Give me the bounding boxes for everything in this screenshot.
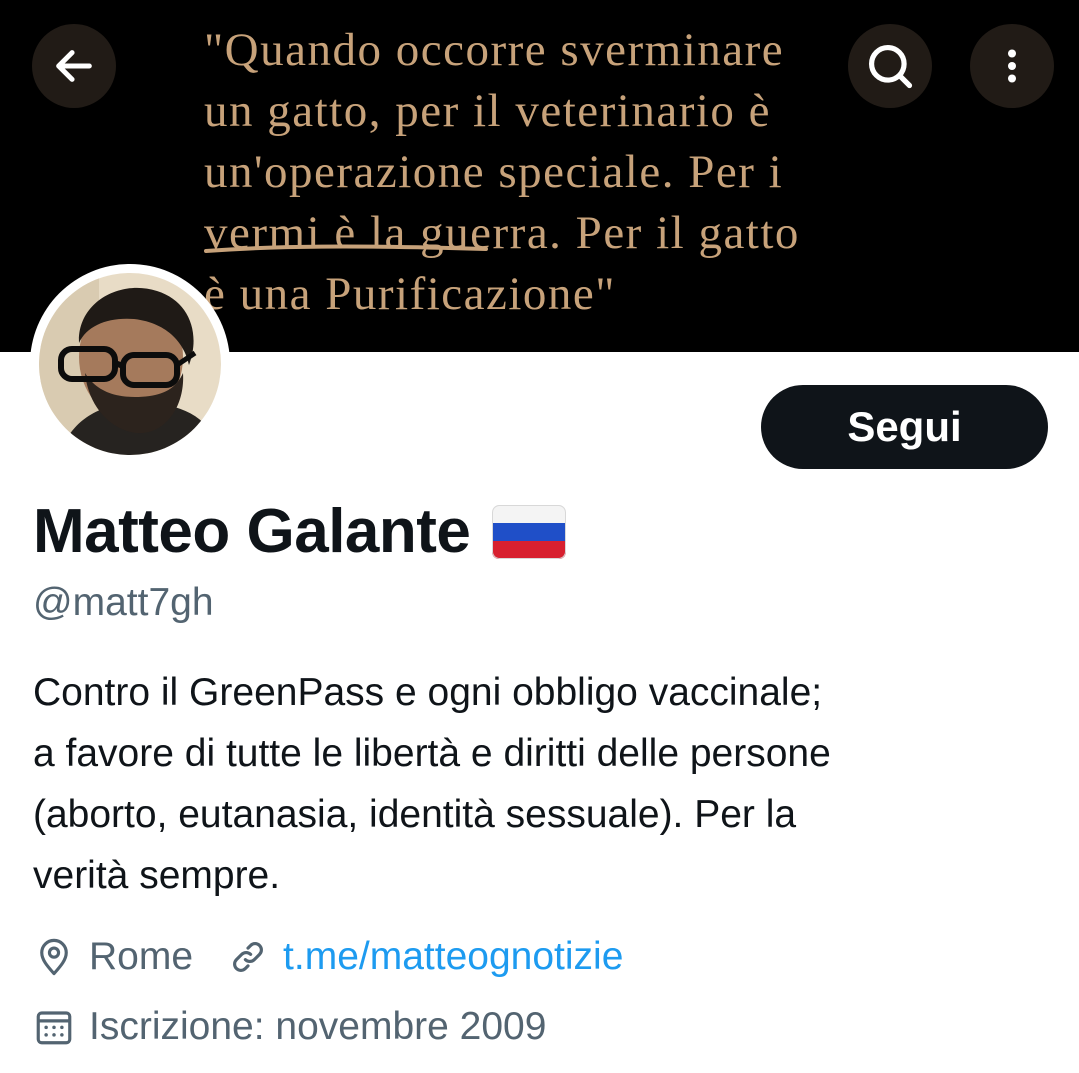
profile-meta-row: Rome t.me/matteognotizie (33, 935, 623, 979)
quote-line: un gatto, per il veterinario è (204, 85, 772, 137)
profile-bio: Contro il GreenPass e ogni obbligo vacci… (33, 662, 1043, 906)
profile-avatar[interactable] (30, 264, 230, 464)
follow-label: Segui (847, 403, 962, 450)
location-pin-icon (33, 936, 75, 978)
username-handle: @matt7gh (33, 581, 214, 624)
quote-line: è una Purificazione" (204, 268, 616, 320)
avatar-photo (39, 273, 221, 455)
location-text: Rome (89, 935, 194, 978)
follow-button[interactable]: Segui (761, 385, 1048, 469)
bio-line: verità sempre. (33, 854, 281, 897)
banner-quote: "Quando occorre sverminare un gatto, per … (204, 20, 800, 325)
search-icon (868, 44, 913, 89)
russia-flag-icon (492, 504, 567, 559)
more-options-button[interactable] (970, 24, 1054, 108)
quote-line: "Quando occorre sverminare (204, 24, 785, 76)
profile-website-link[interactable]: t.me/matteognotizie (283, 935, 623, 979)
profile-joined-row: Iscrizione: novembre 2009 (33, 1005, 546, 1049)
bio-line: a favore di tutte le libertà e diritti d… (33, 732, 831, 775)
display-name: Matteo Galante (33, 497, 471, 566)
more-vertical-icon (1008, 49, 1016, 83)
joined-date: Iscrizione: novembre 2009 (89, 1005, 547, 1048)
quote-line: un'operazione speciale. Per i (204, 146, 784, 198)
search-button[interactable] (848, 24, 932, 108)
profile-name-row: Matteo Galante (33, 496, 567, 567)
link-icon (227, 936, 269, 978)
back-button[interactable] (32, 24, 116, 108)
calendar-icon (33, 1006, 75, 1048)
quote-underline-mark (204, 244, 488, 253)
arrow-left-icon (56, 50, 92, 82)
bio-line: (aborto, eutanasia, identità sessuale). … (33, 793, 797, 836)
bio-line: Contro il GreenPass e ogni obbligo vacci… (33, 671, 823, 714)
